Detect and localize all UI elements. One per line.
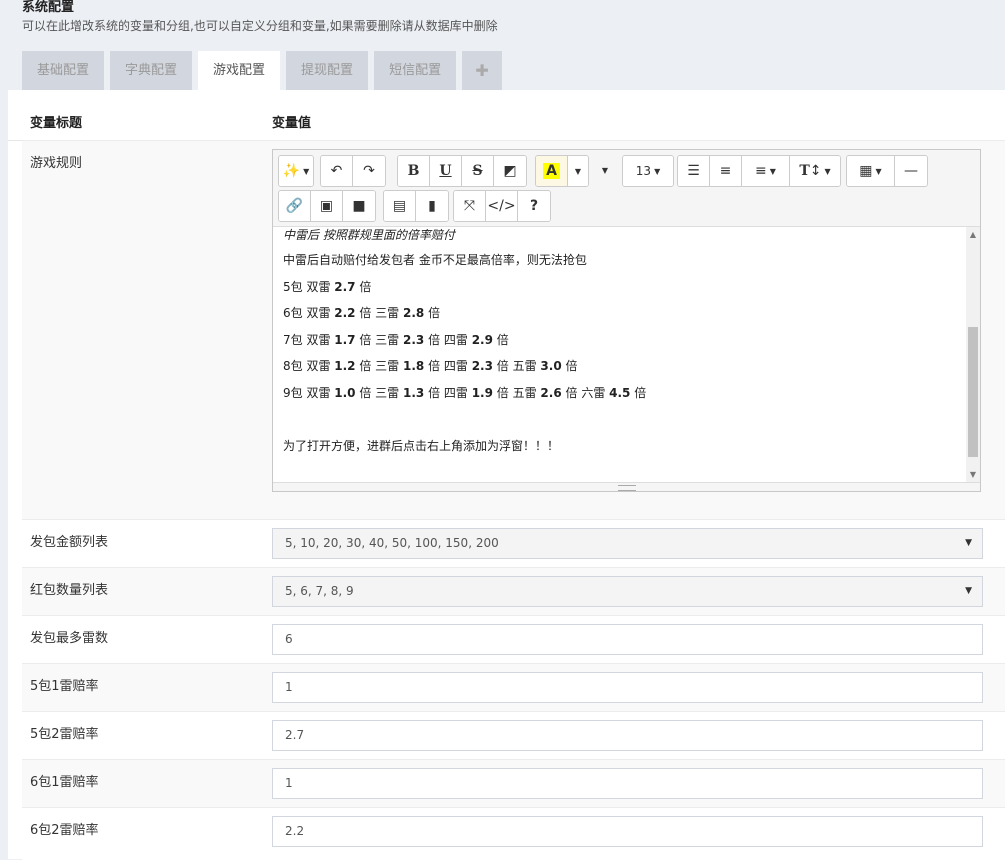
- packet-count-select[interactable]: 5, 6, 7, 8, 9 ▼: [272, 576, 983, 607]
- link-icon[interactable]: 🔗: [279, 191, 311, 221]
- content-line: 9包 双雷 1.0 倍 三雷 1.3 倍 四雷 1.9 倍 五雷 2.6 倍 六…: [283, 385, 647, 400]
- row-label: 5包2雷赔率: [30, 727, 99, 742]
- rich-text-editor: ✨ ▼ ↶ ↷ B U S ◩ A ▼ ▼ 13 ▼ ☰ ≡ ≡ ▼ T ↕ ▼…: [272, 149, 981, 492]
- insert-group: ▦ ▼ —: [846, 155, 928, 187]
- scroll-thumb[interactable]: [968, 327, 978, 457]
- video-icon[interactable]: ■: [343, 191, 375, 221]
- table-row: 5包2雷赔率 2.7: [22, 711, 1005, 760]
- row-label: 5包1雷赔率: [30, 679, 99, 694]
- caret-down-icon[interactable]: ▼: [589, 155, 621, 185]
- image-icon[interactable]: ▣: [311, 191, 343, 221]
- content-line: 8包 双雷 1.2 倍 三雷 1.8 倍 四雷 2.3 倍 五雷 3.0 倍: [283, 359, 578, 373]
- redo-icon[interactable]: ↷: [353, 156, 385, 186]
- table-row: 5包1雷赔率 1: [22, 663, 1005, 712]
- table-row: 游戏规则 ✨ ▼ ↶ ↷ B U S ◩ A ▼ ▼ 13 ▼ ☰ ≡ ≡ ▼ …: [22, 140, 1005, 520]
- config-panel: 变量标题 变量值 游戏规则 ✨ ▼ ↶ ↷ B U S ◩ A ▼ ▼ 13 ▼…: [8, 90, 1005, 860]
- table-row: 6包1雷赔率 1: [22, 759, 1005, 808]
- grip-icon: [618, 485, 636, 491]
- code-view-icon[interactable]: </>: [486, 191, 518, 221]
- row-label: 6包2雷赔率: [30, 823, 99, 838]
- scroll-up-icon[interactable]: ▲: [966, 229, 980, 241]
- font-size-value: 13: [635, 164, 652, 178]
- odds-5-1-input[interactable]: 1: [272, 672, 983, 703]
- horizontal-rule-icon[interactable]: —: [895, 156, 927, 186]
- align-icon[interactable]: ≡ ▼: [742, 156, 790, 186]
- text-height-icon[interactable]: T ↕ ▼: [790, 156, 840, 186]
- table-row: 红包数量列表 5, 6, 7, 8, 9 ▼: [22, 567, 1005, 616]
- content-line: 为了打开方便，进群后点击右上角添加为浮窗！！！: [283, 438, 560, 453]
- odds-6-2-input[interactable]: 2.2: [272, 816, 983, 847]
- add-tab-button[interactable]: ✚: [462, 51, 503, 90]
- config-tabs: 基础配置 字典配置 游戏配置 提现配置 短信配置 ✚: [22, 51, 508, 90]
- tab-game-config[interactable]: 游戏配置: [198, 51, 281, 90]
- chevron-down-icon: ▼: [965, 538, 972, 548]
- file-group: ▤ ▮: [383, 190, 449, 222]
- column-header-title: 变量标题: [30, 116, 83, 131]
- font-size-group: 13 ▼: [622, 155, 674, 187]
- max-mines-input[interactable]: 6: [272, 624, 983, 655]
- tab-withdraw-config[interactable]: 提现配置: [286, 51, 369, 90]
- content-line: [283, 406, 966, 433]
- select-value: 5, 6, 7, 8, 9: [285, 584, 354, 598]
- media-group: 🔗 ▣ ■: [278, 190, 376, 222]
- font-size-dropdown[interactable]: 13 ▼: [623, 156, 673, 186]
- eraser-icon[interactable]: ◩: [494, 156, 526, 186]
- content-line: 5包 双雷 2.7 倍: [283, 279, 372, 294]
- file-icon[interactable]: ▮: [416, 191, 448, 221]
- history-group: ↶ ↷: [320, 155, 386, 187]
- plus-icon: ✚: [475, 61, 489, 80]
- page-title: 系统配置: [22, 0, 75, 15]
- help-icon[interactable]: ?: [518, 191, 550, 221]
- tab-dictionary-config[interactable]: 字典配置: [110, 51, 193, 90]
- underline-icon[interactable]: U: [430, 156, 462, 186]
- undo-icon[interactable]: ↶: [321, 156, 353, 186]
- chevron-down-icon: ▼: [965, 586, 972, 596]
- row-label: 发包金额列表: [30, 535, 109, 550]
- odds-5-2-input[interactable]: 2.7: [272, 720, 983, 751]
- view-group: ⤧ </> ?: [453, 190, 551, 222]
- row-label: 红包数量列表: [30, 583, 109, 598]
- row-label: 6包1雷赔率: [30, 775, 99, 790]
- color-group: A ▼: [535, 155, 589, 187]
- editor-toolbar: ✨ ▼ ↶ ↷ B U S ◩ A ▼ ▼ 13 ▼ ☰ ≡ ≡ ▼ T ↕ ▼…: [273, 150, 980, 227]
- amount-list-select[interactable]: 5, 10, 20, 30, 40, 50, 100, 150, 200 ▼: [272, 528, 983, 559]
- table-row: 发包最多雷数 6: [22, 615, 1005, 664]
- tab-basic-config[interactable]: 基础配置: [22, 51, 105, 90]
- scroll-down-icon[interactable]: ▼: [966, 469, 980, 481]
- editor-scrollbar[interactable]: ▲ ▼: [966, 227, 980, 483]
- bold-icon[interactable]: B: [398, 156, 430, 186]
- caret-down-icon[interactable]: ▼: [568, 156, 588, 186]
- style-group: ✨ ▼: [278, 155, 314, 187]
- fullscreen-icon[interactable]: ⤧: [454, 191, 486, 221]
- select-value: 5, 10, 20, 30, 40, 50, 100, 150, 200: [285, 536, 499, 550]
- font-name-group: ▼: [589, 155, 621, 185]
- table-row: 6包2雷赔率 2.2: [22, 807, 1005, 860]
- row-label: 游戏规则: [30, 156, 83, 171]
- page-description: 可以在此增改系统的变量和分组,也可以自定义分组和变量,如果需要删除请从数据库中删…: [22, 19, 498, 33]
- paragraph-group: ☰ ≡ ≡ ▼ T ↕ ▼: [677, 155, 841, 187]
- editor-resize-handle[interactable]: [273, 482, 980, 491]
- row-label: 发包最多雷数: [30, 631, 109, 646]
- table-row: 发包金额列表 5, 10, 20, 30, 40, 50, 100, 150, …: [22, 519, 1005, 568]
- unordered-list-icon[interactable]: ☰: [678, 156, 710, 186]
- editor-content[interactable]: 中雷后 按照群规里面的倍率赔付 中雷后自动赔付给发包者 金币不足最高倍率，则无法…: [273, 227, 966, 483]
- magic-wand-icon[interactable]: ✨ ▼: [279, 156, 313, 186]
- tab-sms-config[interactable]: 短信配置: [374, 51, 457, 90]
- content-line: 6包 双雷 2.2 倍 三雷 2.8 倍: [283, 306, 441, 320]
- font-style-group: B U S ◩: [397, 155, 527, 187]
- odds-6-1-input[interactable]: 1: [272, 768, 983, 799]
- strikethrough-icon[interactable]: S: [462, 156, 494, 186]
- content-line: 中雷后 按照群规里面的倍率赔付: [283, 228, 455, 242]
- page-header: 系统配置 可以在此增改系统的变量和分组,也可以自定义分组和变量,如果需要删除请从…: [22, 0, 498, 35]
- highlight-color-icon[interactable]: A: [536, 156, 568, 186]
- table-icon[interactable]: ▦ ▼: [847, 156, 895, 186]
- content-line: 7包 双雷 1.7 倍 三雷 2.3 倍 四雷 2.9 倍: [283, 332, 509, 347]
- column-header-value: 变量值: [272, 116, 312, 131]
- document-icon[interactable]: ▤: [384, 191, 416, 221]
- content-line: 中雷后自动赔付给发包者 金币不足最高倍率，则无法抢包: [283, 253, 587, 267]
- table-header: 变量标题 变量值: [8, 90, 1005, 141]
- ordered-list-icon[interactable]: ≡: [710, 156, 742, 186]
